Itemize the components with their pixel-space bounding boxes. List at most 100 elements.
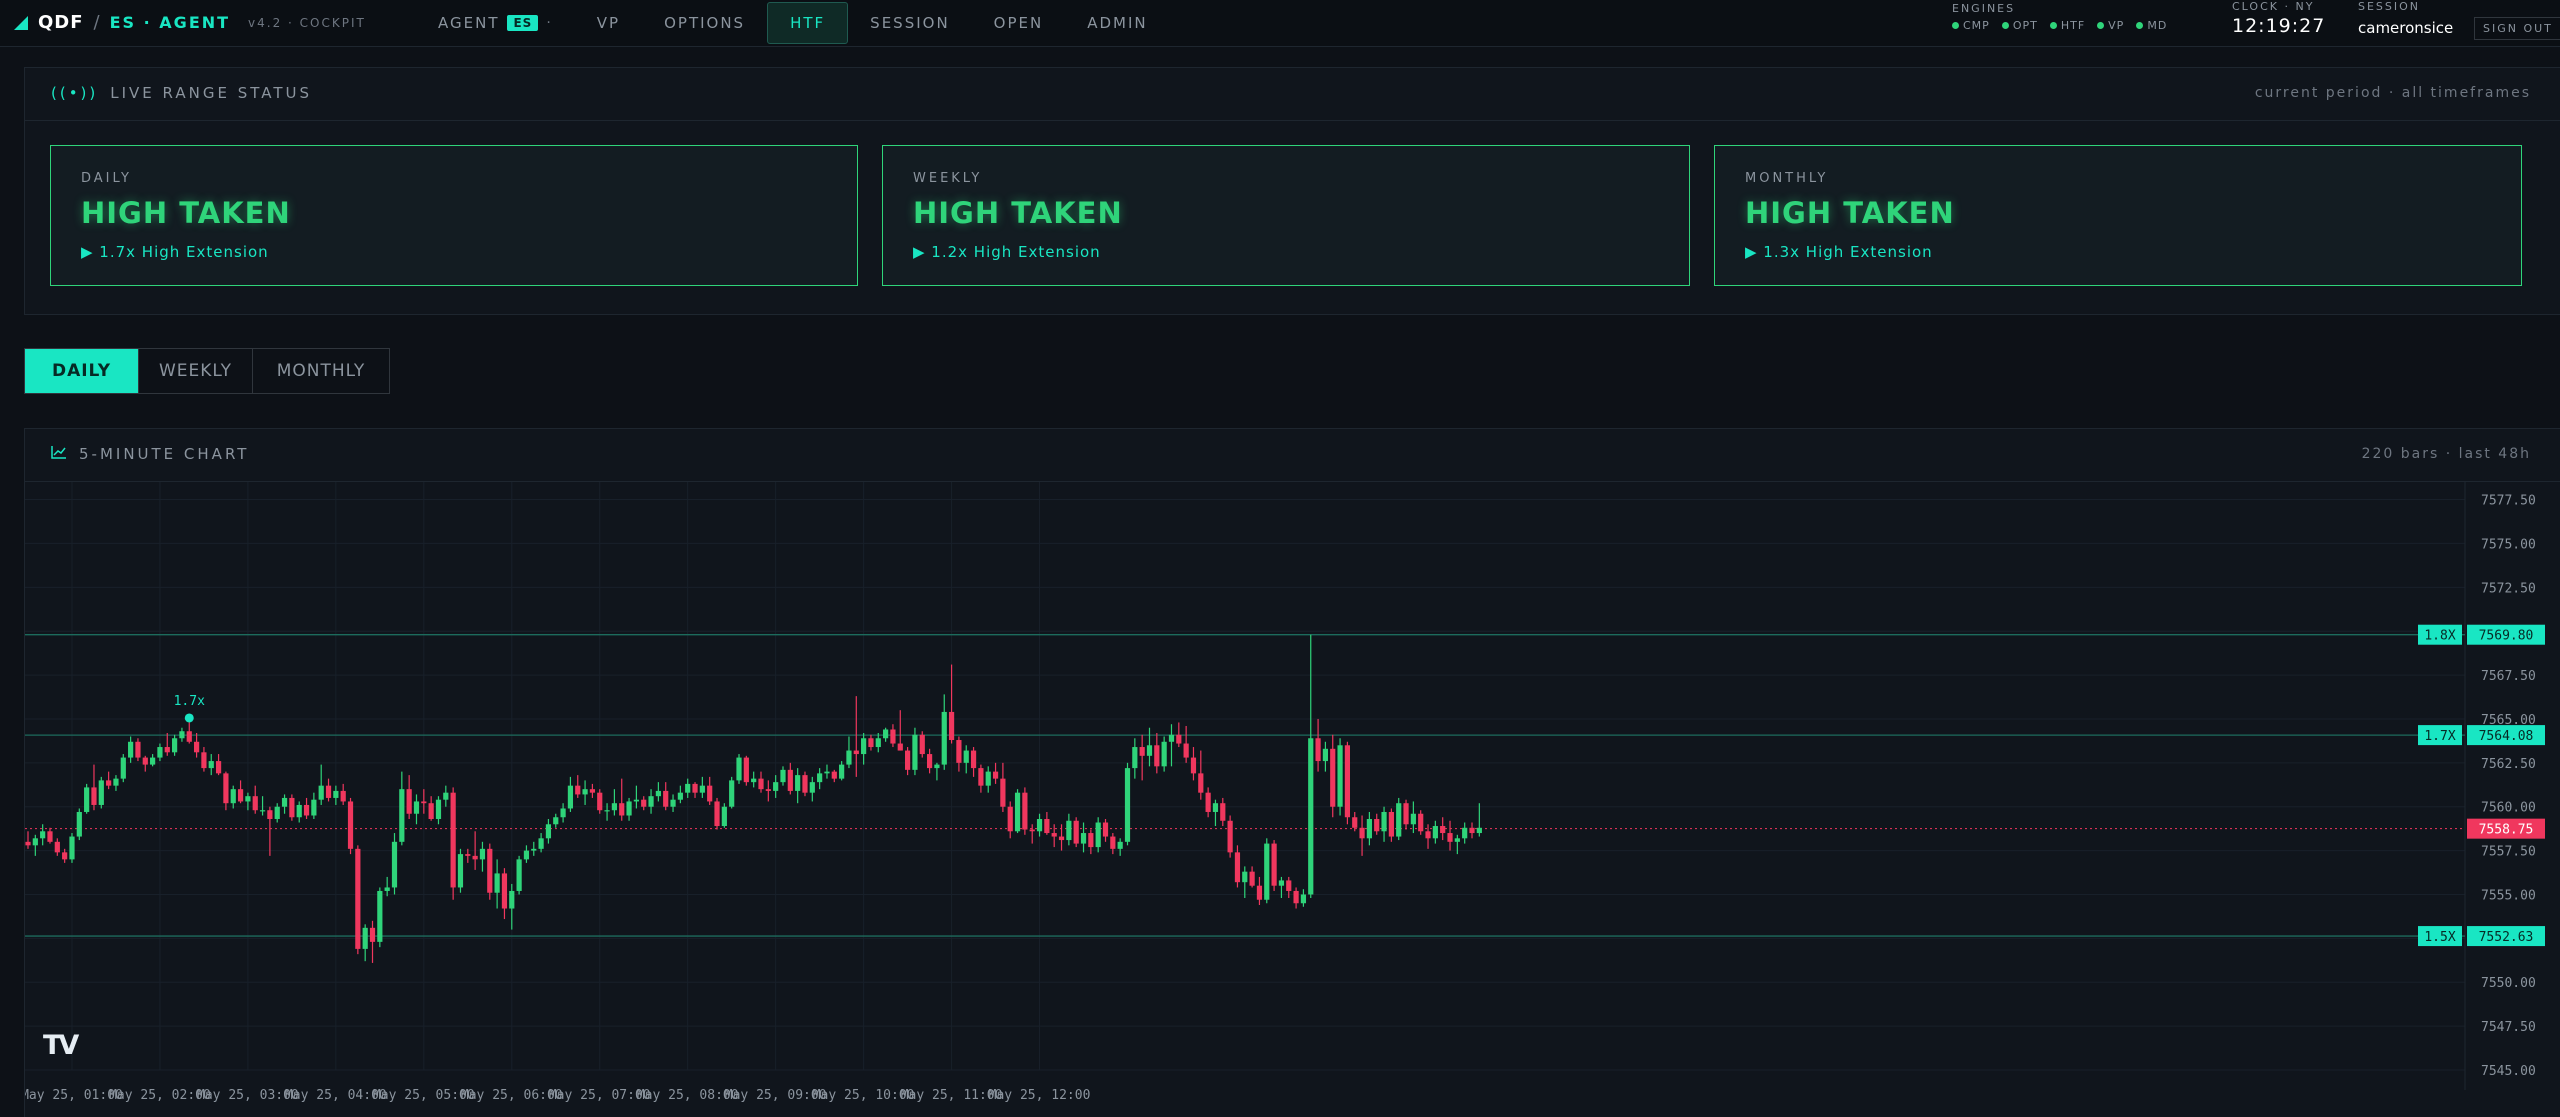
y-tick-label: 7557.50 — [2481, 845, 2536, 860]
candle-body — [567, 785, 574, 809]
chart-title: 5-MINUTE CHART — [51, 445, 249, 463]
candle-body — [245, 796, 251, 802]
y-tick-label: 7560.00 — [2481, 801, 2536, 816]
level-label: 1.5X — [2424, 930, 2455, 945]
candle-body — [787, 769, 793, 791]
x-tick-label: May 25, 04:00 — [285, 1088, 387, 1103]
candle-body — [1139, 747, 1145, 756]
candle-body — [157, 747, 163, 758]
session-label: SESSION — [2358, 0, 2421, 13]
candle-body — [641, 799, 647, 807]
candle-body — [611, 803, 617, 811]
candle-body — [501, 873, 508, 909]
candle-body — [1227, 820, 1233, 853]
x-tick-label: May 25, 11:00 — [901, 1088, 1003, 1103]
top-bar: QDF / ES · AGENT v4.2 · COCKPIT AGENT ES… — [0, 0, 2560, 47]
candle-body — [172, 738, 178, 753]
level-label: 1.8X — [2424, 629, 2455, 644]
candlestick-chart[interactable]: 7577.507575.007572.507570.007567.507565.… — [21, 482, 2560, 1111]
candle-body — [575, 785, 581, 795]
tab-weekly[interactable]: WEEKLY — [139, 349, 253, 393]
x-tick-label: May 25, 12:00 — [989, 1088, 1091, 1103]
engine-name: VP — [2108, 19, 2125, 32]
candle-body — [1264, 843, 1270, 900]
y-tick-label: 7562.50 — [2481, 757, 2536, 772]
nav-open[interactable]: OPEN — [972, 2, 1066, 44]
nav-label: ADMIN — [1087, 14, 1148, 32]
nav-options[interactable]: OPTIONS — [642, 2, 767, 44]
candle-body — [978, 768, 984, 786]
card-status: HIGH TAKEN — [81, 196, 291, 230]
candle-body — [303, 804, 310, 816]
candle-body — [1000, 778, 1006, 807]
tab-monthly[interactable]: MONTHLY — [253, 349, 389, 393]
candle-body — [259, 810, 266, 812]
card-timeframe: MONTHLY — [1745, 171, 1829, 186]
status-dot-icon — [2097, 22, 2105, 29]
candle-body — [1359, 827, 1365, 839]
engine-htf: HTF — [2049, 19, 2086, 32]
card-status: HIGH TAKEN — [1745, 196, 1955, 230]
level-label: 1.7X — [2424, 729, 2455, 744]
candle-body — [1388, 811, 1394, 837]
brand[interactable]: QDF / ES · AGENT v4.2 · COCKPIT — [14, 12, 366, 33]
nav-htf[interactable]: HTF — [767, 2, 849, 44]
live-range-meta: current period · all timeframes — [2254, 85, 2531, 101]
logo-icon — [14, 15, 28, 30]
candle-body — [970, 750, 977, 769]
candle-body — [1344, 745, 1350, 818]
candle-body — [1278, 880, 1285, 886]
candle-body — [912, 734, 918, 770]
candle-body — [677, 792, 683, 800]
nav-admin[interactable]: ADMIN — [1065, 2, 1169, 44]
candle-body — [604, 810, 610, 812]
chart-header: 5-MINUTE CHART 220 bars · last 48h — [25, 429, 2560, 482]
engine-name: HTF — [2060, 19, 2086, 32]
candle-body — [333, 790, 339, 798]
candle-body — [795, 775, 801, 791]
y-tick-label: 7577.50 — [2481, 494, 2536, 509]
candle-body — [905, 750, 911, 770]
candle-body — [963, 750, 969, 763]
card-timeframe: WEEKLY — [913, 171, 983, 186]
candle-body — [890, 729, 896, 744]
engine-vp: VP — [2097, 19, 2124, 32]
nav-vp[interactable]: VP — [575, 2, 642, 44]
candle-body — [384, 887, 390, 891]
candle-body — [98, 780, 104, 805]
card-extension: ▶ 1.7x High Extension — [81, 243, 269, 261]
candle-body — [208, 761, 214, 769]
x-tick-label: May 25, 07:00 — [549, 1088, 651, 1103]
candle-body — [619, 803, 625, 816]
candle-body — [692, 783, 698, 793]
nav-agent[interactable]: AGENT ES · — [416, 2, 575, 44]
nav-label: SESSION — [870, 14, 950, 32]
candle-body — [765, 789, 771, 791]
main-nav: AGENT ES · VP OPTIONS HTF SESSION OPEN A… — [416, 0, 1170, 46]
candle-body — [1036, 819, 1043, 832]
candle-body — [861, 738, 867, 755]
card-extension: ▶ 1.2x High Extension — [913, 243, 1101, 261]
candle-body — [560, 808, 566, 818]
candle-body — [62, 852, 68, 860]
chart-area[interactable]: 7577.507575.007572.507570.007567.507565.… — [21, 482, 2560, 1111]
candle-body — [179, 731, 185, 739]
candle-body — [201, 752, 207, 769]
tab-daily[interactable]: DAILY — [25, 349, 139, 393]
candle-body — [1058, 836, 1065, 841]
candle-body — [839, 764, 845, 779]
candle-body — [1007, 806, 1013, 832]
engine-name: MD — [2147, 19, 2168, 32]
candle-body — [479, 848, 486, 860]
candle-body — [1308, 738, 1314, 895]
nav-label: VP — [596, 14, 621, 32]
sign-out-button[interactable]: SIGN OUT — [2474, 17, 2560, 40]
candle-body — [758, 778, 764, 790]
candle-body — [1029, 829, 1035, 832]
panel-title-text: 5-MINUTE CHART — [79, 445, 250, 463]
nav-session[interactable]: SESSION — [848, 2, 972, 44]
x-tick-label: May 25, 09:00 — [725, 1088, 827, 1103]
candle-body — [230, 789, 236, 804]
candle-body — [1088, 833, 1094, 848]
nav-label: AGENT — [438, 14, 500, 32]
